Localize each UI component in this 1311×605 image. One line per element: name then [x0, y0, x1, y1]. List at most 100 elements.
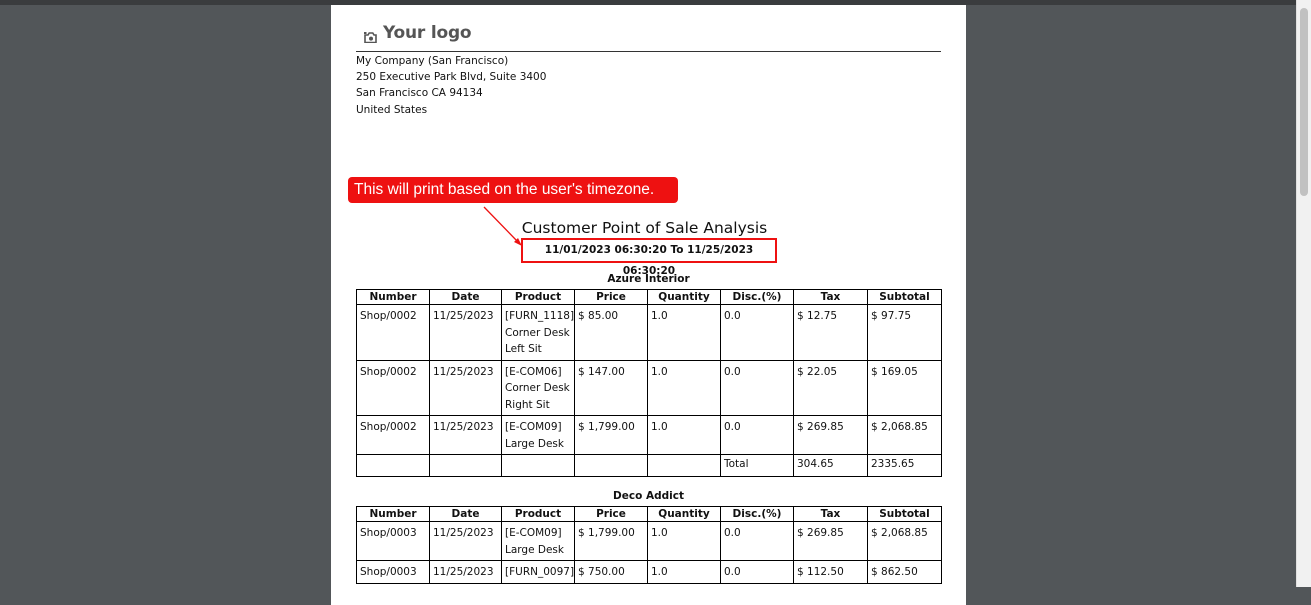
- column-header: Quantity: [647, 289, 721, 305]
- column-header: Number: [356, 506, 430, 522]
- product-cell: [E-COM06] Corner Desk Right Sit: [501, 359, 575, 416]
- discount-cell: 0.0: [720, 359, 794, 416]
- order-number-cell: Shop/0002: [356, 415, 430, 455]
- date-cell: 11/25/2023: [429, 560, 502, 584]
- price-cell: $ 1,799.00: [574, 415, 648, 455]
- table-header: Number Date Product Price Quantity Disc.(%) Ta…: [356, 506, 942, 522]
- column-header: Price: [574, 506, 648, 522]
- tax-cell: $ 12.75: [793, 304, 868, 361]
- quantity-cell: 1.0: [647, 560, 721, 584]
- table-row: Shop/0003 11/25/2023 [FURN_0097] $ 750.00 1.…: [356, 560, 942, 584]
- product-cell: [FURN_1118] Corner Desk Left Sit: [501, 304, 575, 361]
- tax-cell: $ 22.05: [793, 359, 868, 416]
- column-header: Disc.(%): [720, 289, 794, 305]
- timezone-callout: This will print based on the user's time…: [348, 177, 678, 203]
- column-header: Quantity: [647, 506, 721, 522]
- subtotal-cell: $ 97.75: [867, 304, 942, 361]
- table-header: Number Date Product Price Quantity Disc.(%) Ta…: [356, 289, 942, 305]
- date-range: 11/01/2023 06:30:20 To 11/25/2023 06:30:…: [521, 238, 777, 277]
- total-row: Total 304.65 2335.65: [356, 454, 942, 477]
- product-line: Large Desk: [505, 437, 564, 450]
- column-header: Date: [429, 506, 502, 522]
- discount-cell: 0.0: [720, 521, 794, 561]
- column-header: Subtotal: [867, 289, 942, 305]
- customer-title: Azure Interior: [607, 273, 690, 285]
- discount-cell: 0.0: [720, 560, 794, 584]
- table-row: Shop/0002 11/25/2023 [E-COM09] Large Desk $ …: [356, 415, 942, 455]
- product-line: Large Desk: [505, 543, 564, 556]
- product-line: Corner Desk: [505, 382, 570, 394]
- product-line: [E-COM09]: [505, 421, 562, 433]
- product-cell: [E-COM09] Large Desk: [501, 521, 575, 561]
- order-number-cell: Shop/0002: [356, 359, 430, 416]
- product-cell: [E-COM09] Large Desk: [501, 415, 575, 455]
- date-cell: 11/25/2023: [429, 359, 502, 416]
- header-divider: [356, 51, 941, 52]
- column-header: Date: [429, 289, 502, 305]
- product-line: [FURN_1118]: [505, 310, 575, 322]
- company-address: My Company (San Francisco) 250 Executive…: [356, 53, 546, 118]
- order-number-cell: Shop/0003: [356, 560, 430, 584]
- total-label: Total: [720, 454, 794, 477]
- date-cell: 11/25/2023: [429, 415, 502, 455]
- customer-table: Number Date Product Price Quantity Disc.(%) Ta…: [356, 506, 942, 584]
- date-cell: 11/25/2023: [429, 521, 502, 561]
- subtotal-cell: $ 862.50: [867, 560, 942, 584]
- product-line: Corner Desk: [505, 326, 570, 339]
- subtotal-cell: $ 2,068.85: [867, 415, 942, 455]
- company-logo: Your logo: [364, 23, 472, 43]
- customer-table: Number Date Product Price Quantity Disc.(%) Ta…: [356, 289, 942, 477]
- product-line: Left Sit: [505, 343, 542, 355]
- product-line: Right Sit: [505, 398, 550, 411]
- empty-cell: [647, 454, 721, 477]
- customer-title: Deco Addict: [613, 490, 684, 502]
- logo-text: Your logo: [383, 23, 472, 43]
- column-header: Tax: [793, 506, 868, 522]
- vertical-scrollbar[interactable]: [1296, 0, 1311, 587]
- price-cell: $ 147.00: [574, 359, 648, 416]
- price-cell: $ 1,799.00: [574, 521, 648, 561]
- scrollbar-thumb[interactable]: [1300, 8, 1308, 196]
- company-street: 250 Executive Park Blvd, Suite 3400: [356, 71, 547, 84]
- column-header: Tax: [793, 289, 868, 305]
- discount-cell: 0.0: [720, 415, 794, 455]
- quantity-cell: 1.0: [647, 359, 721, 416]
- column-header: Subtotal: [867, 506, 942, 522]
- report-title-text: Customer Point of Sale Analysis: [521, 219, 768, 237]
- table-body: Shop/0002 11/25/2023 [FURN_1118] Corner Des…: [356, 304, 942, 477]
- product-line: [E-COM09]: [505, 527, 562, 539]
- tax-cell: $ 112.50: [793, 560, 868, 584]
- price-cell: $ 85.00: [574, 304, 648, 361]
- empty-cell: [501, 454, 575, 477]
- column-header: Disc.(%): [720, 506, 794, 522]
- report-title: Customer Point of Sale Analysis: [331, 219, 966, 237]
- date-cell: 11/25/2023: [429, 304, 502, 361]
- tax-cell: $ 269.85: [793, 415, 868, 455]
- company-country: United States: [356, 103, 428, 116]
- price-cell: $ 750.00: [574, 560, 648, 584]
- discount-cell: 0.0: [720, 304, 794, 361]
- quantity-cell: 1.0: [647, 415, 721, 455]
- order-number-cell: Shop/0003: [356, 521, 430, 561]
- report-page: Your logo My Company (San Francisco) 250…: [331, 5, 966, 605]
- quantity-cell: 1.0: [647, 304, 721, 361]
- column-header: Number: [356, 289, 430, 305]
- company-name: My Company (San Francisco): [356, 55, 509, 67]
- total-tax: 304.65: [793, 454, 868, 477]
- header-row: Number Date Product Price Quantity Disc.(%) Ta…: [356, 289, 942, 305]
- empty-cell: [574, 454, 648, 477]
- total-subtotal: 2335.65: [867, 454, 942, 477]
- quantity-cell: 1.0: [647, 521, 721, 561]
- tax-cell: $ 269.85: [793, 521, 868, 561]
- header-row: Number Date Product Price Quantity Disc.(%) Ta…: [356, 506, 942, 522]
- empty-cell: [356, 454, 430, 477]
- order-number-cell: Shop/0002: [356, 304, 430, 361]
- column-header: Product: [501, 289, 575, 305]
- product-cell: [FURN_0097]: [501, 560, 575, 584]
- product-line: [E-COM06]: [505, 365, 562, 378]
- company-city: San Francisco CA 94134: [356, 87, 483, 100]
- table-row: Shop/0003 11/25/2023 [E-COM09] Large Desk $ …: [356, 521, 942, 561]
- column-header: Price: [574, 289, 648, 305]
- column-header: Product: [501, 506, 575, 522]
- product-line: [FURN_0097]: [505, 566, 575, 578]
